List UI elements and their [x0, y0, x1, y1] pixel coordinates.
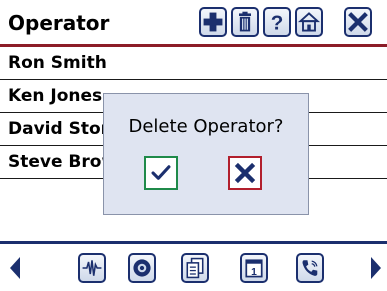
phone-icon: [302, 260, 318, 276]
documents-icon: [186, 257, 204, 279]
calendar-icon: 1: [245, 259, 263, 278]
phone-button[interactable]: [296, 253, 324, 283]
help-button[interactable]: ?: [263, 7, 291, 37]
dialog-title: Delete Operator?: [128, 116, 284, 137]
close-icon: [348, 12, 368, 32]
home-icon: [297, 12, 321, 32]
arrow-right-icon[interactable]: [369, 257, 383, 279]
checkmark-icon: [151, 165, 171, 180]
badge-button[interactable]: [128, 253, 156, 283]
close-icon: [234, 162, 256, 184]
header-bar: Operator ?: [0, 0, 387, 44]
help-icon: ?: [271, 12, 284, 35]
add-button[interactable]: [199, 7, 227, 37]
confirm-button[interactable]: [144, 156, 178, 190]
delete-confirm-dialog: Delete Operator?: [103, 93, 309, 215]
home-button[interactable]: [295, 7, 323, 37]
add-icon: [203, 12, 223, 32]
close-button[interactable]: [344, 7, 372, 37]
svg-text:1: 1: [251, 267, 257, 278]
arrow-left-icon[interactable]: [8, 257, 22, 279]
badge-icon: [133, 259, 151, 277]
delete-button[interactable]: [231, 7, 259, 37]
page-title: Operator: [8, 11, 110, 35]
waveform-button[interactable]: [78, 253, 106, 283]
cancel-button[interactable]: [228, 156, 262, 190]
list-item-label: Ron Smith: [8, 53, 107, 73]
list-item-label: Ken Jones: [8, 86, 103, 106]
footer-toolbar: 1: [0, 244, 387, 291]
documents-button[interactable]: [181, 253, 209, 283]
calendar-button[interactable]: 1: [240, 253, 268, 283]
trash-icon: [239, 11, 251, 32]
svg-text:?: ?: [271, 12, 284, 35]
waveform-icon: [82, 260, 102, 276]
list-item[interactable]: Ron Smith: [0, 47, 387, 80]
